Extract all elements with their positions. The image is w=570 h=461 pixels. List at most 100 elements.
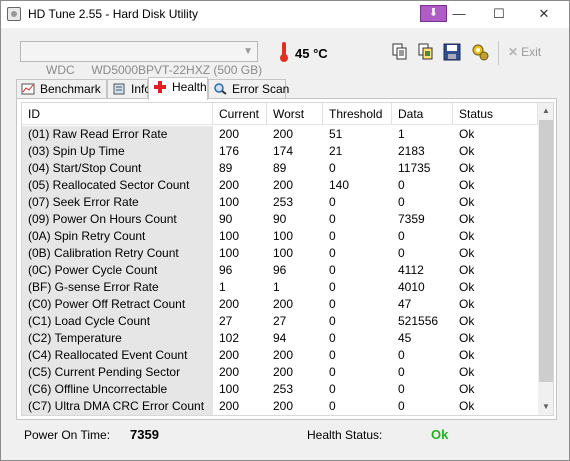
save-icon[interactable]	[443, 43, 461, 61]
table-row[interactable]: (C7) Ultra DMA CRC Error Count 200 200 0 0 Ok	[22, 398, 538, 415]
table-row[interactable]: (01) Raw Read Error Rate 200 200 51 1 Ok	[22, 126, 538, 143]
cell-status: Ok	[459, 178, 475, 192]
cell-status: Ok	[459, 331, 475, 345]
cell-current: 1	[219, 280, 226, 294]
cell-threshold: 0	[329, 280, 336, 294]
table-row[interactable]: (04) Start/Stop Count 89 89 0 11735 Ok	[22, 160, 538, 177]
temperature-value: 45 °C	[295, 46, 328, 61]
cell-id: (C7) Ultra DMA CRC Error Count	[22, 398, 213, 415]
column-header-id[interactable]: ID	[22, 103, 213, 125]
power-on-time-label: Power On Time:	[24, 428, 111, 442]
cell-status: Ok	[459, 127, 475, 141]
cell-threshold: 0	[329, 161, 336, 175]
table-row[interactable]: (C1) Load Cycle Count 27 27 0 521556 Ok	[22, 313, 538, 330]
cell-worst: 200	[273, 348, 294, 362]
cell-status: Ok	[459, 348, 475, 362]
cell-current: 100	[219, 229, 240, 243]
cell-current: 90	[219, 212, 233, 226]
cell-data: 0	[398, 399, 405, 413]
maximize-button[interactable]: ☐	[479, 2, 519, 26]
cell-threshold: 51	[329, 127, 343, 141]
cell-data: 0	[398, 229, 405, 243]
cell-status: Ok	[459, 263, 475, 277]
table-row[interactable]: (C0) Power Off Retract Count 200 200 0 47 Ok	[22, 296, 538, 313]
cell-threshold: 0	[329, 195, 336, 209]
cell-id: (C2) Temperature	[22, 330, 213, 347]
hdtune-app-icon	[7, 7, 21, 21]
table-row[interactable]: (09) Power On Hours Count 90 90 0 7359 Ok	[22, 211, 538, 228]
cell-threshold: 0	[329, 229, 336, 243]
minimize-button[interactable]: —	[439, 2, 479, 26]
cell-status: Ok	[459, 280, 475, 294]
health-panel: ID Current Worst Threshold Data Status (…	[16, 98, 557, 420]
cell-threshold: 0	[329, 212, 336, 226]
tab-health[interactable]: Health	[148, 77, 208, 100]
thermometer-icon	[280, 42, 288, 62]
scroll-down-arrow-icon[interactable]: ▼	[538, 399, 553, 415]
cell-id: (C4) Reallocated Event Count	[22, 347, 213, 364]
cell-data: 4112	[398, 263, 424, 277]
column-header-threshold[interactable]: Threshold	[323, 103, 392, 125]
table-row[interactable]: (C6) Offline Uncorrectable 100 253 0 0 Ok	[22, 381, 538, 398]
cell-data: 0	[398, 365, 405, 379]
column-header-status[interactable]: Status	[453, 103, 538, 125]
copy-text-icon[interactable]	[391, 43, 409, 61]
column-header-worst[interactable]: Worst	[267, 103, 323, 125]
tab-benchmark-label: Benchmark	[40, 82, 101, 96]
cell-worst: 253	[273, 195, 294, 209]
cell-id: (C0) Power Off Retract Count	[22, 296, 213, 313]
tab-error-scan[interactable]: Error Scan	[208, 79, 289, 99]
cell-status: Ok	[459, 314, 475, 328]
cell-id: (07) Seek Error Rate	[22, 194, 213, 211]
table-row[interactable]: (07) Seek Error Rate 100 253 0 0 Ok	[22, 194, 538, 211]
tab-info[interactable]: Info	[107, 79, 151, 99]
cell-threshold: 140	[329, 178, 350, 192]
scrollbar-thumb[interactable]	[539, 120, 553, 382]
column-header-data[interactable]: Data	[392, 103, 453, 125]
tab-health-label: Health	[172, 80, 207, 94]
title-bar[interactable]: HD Tune 2.55 - Hard Disk Utility ⬇ — ☐ ✕	[1, 1, 569, 28]
table-row[interactable]: (0A) Spin Retry Count 100 100 0 0 Ok	[22, 228, 538, 245]
cell-data: 45	[398, 331, 412, 345]
cell-worst: 89	[273, 161, 287, 175]
column-header-current[interactable]: Current	[213, 103, 267, 125]
vertical-scrollbar[interactable]: ▲ ▼	[538, 103, 553, 415]
close-button[interactable]: ✕	[521, 2, 567, 26]
cell-id: (01) Raw Read Error Rate	[22, 126, 213, 143]
table-row[interactable]: (0B) Calibration Retry Count 100 100 0 0 Ok	[22, 245, 538, 262]
cell-status: Ok	[459, 195, 475, 209]
cell-id: (09) Power On Hours Count	[22, 211, 213, 228]
cell-threshold: 0	[329, 331, 336, 345]
cell-data: 0	[398, 178, 405, 192]
power-on-time-value: 7359	[130, 427, 159, 442]
cell-id: (C5) Current Pending Sector	[22, 364, 213, 381]
scroll-up-arrow-icon[interactable]: ▲	[538, 103, 553, 119]
cell-status: Ok	[459, 382, 475, 396]
cell-worst: 200	[273, 127, 294, 141]
table-row[interactable]: (BF) G-sense Error Rate 1 1 0 4010 Ok	[22, 279, 538, 296]
cell-current: 200	[219, 127, 240, 141]
tab-benchmark[interactable]: Benchmark	[16, 79, 107, 99]
cell-status: Ok	[459, 212, 475, 226]
app-window: HD Tune 2.55 - Hard Disk Utility ⬇ — ☐ ✕…	[0, 0, 570, 461]
health-status-value: Ok	[431, 427, 449, 442]
options-icon[interactable]	[471, 43, 489, 61]
cell-current: 102	[219, 331, 240, 345]
cell-threshold: 0	[329, 297, 336, 311]
cell-id: (0B) Calibration Retry Count	[22, 245, 213, 262]
table-row[interactable]: (C5) Current Pending Sector 200 200 0 0 Ok	[22, 364, 538, 381]
cell-status: Ok	[459, 297, 475, 311]
cell-current: 200	[219, 365, 240, 379]
copy-screenshot-icon[interactable]	[417, 43, 435, 61]
table-row[interactable]: (05) Reallocated Sector Count 200 200 140 0 O…	[22, 177, 538, 194]
table-row[interactable]: (0C) Power Cycle Count 96 96 0 4112 Ok	[22, 262, 538, 279]
drive-select[interactable]: WDC WD5000BPVT-22HXZ (500 GB) ▼	[20, 41, 262, 77]
info-icon	[113, 83, 125, 95]
table-row[interactable]: (C2) Temperature 102 94 0 45 Ok	[22, 330, 538, 347]
magnifier-icon	[214, 83, 227, 95]
cell-threshold: 0	[329, 246, 336, 260]
exit-button[interactable]: ✕ Exit	[508, 45, 541, 59]
table-row[interactable]: (03) Spin Up Time 176 174 21 2183 Ok	[22, 143, 538, 160]
table-row[interactable]: (C4) Reallocated Event Count 200 200 0 0 Ok	[22, 347, 538, 364]
cell-worst: 100	[273, 246, 294, 260]
